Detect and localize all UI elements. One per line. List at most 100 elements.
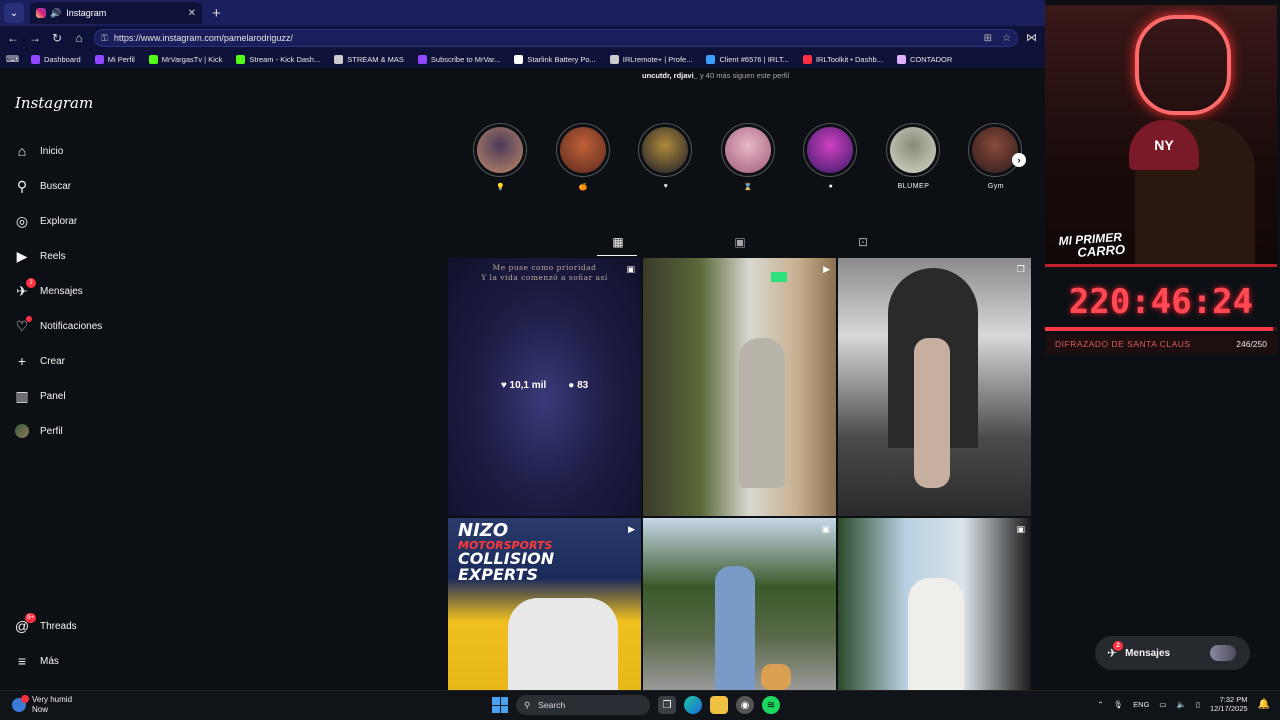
story-highlight[interactable]: ⌛ <box>720 123 777 191</box>
browser-tab-instagram[interactable]: 🔊 Instagram ✕ <box>30 2 202 24</box>
sidenav-item-buscar[interactable]: ⚲ Buscar <box>14 178 71 194</box>
reel-icon: ▣ <box>821 524 830 534</box>
bookmark-item[interactable]: STREAM & MAS <box>334 54 404 64</box>
bookmark-favicon-icon <box>148 54 158 64</box>
search-icon: ⚲ <box>16 177 28 194</box>
highlights-next-icon[interactable]: › <box>1012 153 1026 167</box>
highlight-label: ♥ <box>663 183 669 190</box>
highlight-cover <box>477 127 523 173</box>
tab-reels-icon[interactable]: ▣ <box>732 235 748 251</box>
post-2[interactable]: ▶ <box>643 258 836 516</box>
notification-dot <box>26 316 32 322</box>
bookmark-item[interactable]: Client #6576 | IRLT... <box>706 54 789 64</box>
sidenav-item-inicio[interactable]: ⌂ Inicio <box>14 143 64 159</box>
bookmark-item[interactable]: IRLremote+ | Profe... <box>609 54 692 64</box>
post-4[interactable]: NIZO MOTORSPORTS COLLISION EXPERTS ▶ <box>448 518 641 690</box>
followed-by-text[interactable]: uncutdr, rdjavi_ y 40 más siguen este pe… <box>642 71 789 80</box>
windows-taskbar: Very humid Now ⚲ Search ❐ ◉ ≋ ⌃ 🎙 ENG ▭ 🔈… <box>0 690 1280 720</box>
home-button-icon[interactable]: ⌂ <box>68 31 90 45</box>
browser-tab-bar: ⌄ 🔊 Instagram ✕ + <box>0 0 1045 26</box>
story-highlight[interactable]: BLUMEP <box>885 123 942 190</box>
sidenav-item-more[interactable]: ≡ Más <box>14 653 59 669</box>
messages-badge: 2 <box>1113 641 1124 651</box>
site-info-icon[interactable]: ⚿ <box>101 33 108 44</box>
video-play-icon: ▶ <box>628 524 635 534</box>
bookmarks-menu-icon[interactable]: ⌨ <box>6 54 19 65</box>
app-available-icon[interactable]: ⊞ <box>984 33 992 44</box>
refresh-icon[interactable]: ↻ <box>46 31 68 45</box>
bookmarks-bar: ⌨ Dashboard Mi Perfil MrVargasTv | Kick Str… <box>0 50 1045 68</box>
close-tab-icon[interactable]: ✕ <box>188 8 196 19</box>
network-icon[interactable]: ▭ <box>1159 700 1166 709</box>
extensions-icon[interactable]: ⋈ <box>1026 31 1037 44</box>
sidenav-label: Inicio <box>40 145 64 157</box>
bookmark-favicon-icon <box>94 54 104 64</box>
new-tab-button[interactable]: + <box>212 5 221 22</box>
bookmark-item[interactable]: IRLToolkit • Dashb... <box>802 54 883 64</box>
highlight-cover <box>972 127 1018 173</box>
highlight-cover <box>724 127 771 173</box>
bookmark-label: Subscribe to MrVar... <box>430 54 501 64</box>
menu-icon: ≡ <box>17 653 27 669</box>
edge-browser-icon[interactable] <box>684 696 702 714</box>
language-indicator[interactable]: ENG <box>1133 700 1149 709</box>
messages-pill[interactable]: ✈ 2 Mensajes <box>1095 636 1250 670</box>
bookmark-item[interactable]: MrVargasTv | Kick <box>148 54 222 64</box>
spotify-icon[interactable]: ≋ <box>762 696 780 714</box>
highlight-cover <box>807 127 853 173</box>
sidenav-item-reels[interactable]: ▶ Reels <box>14 248 66 264</box>
sidenav-item-mensajes[interactable]: ✈ 2 Mensajes <box>14 278 83 299</box>
clock[interactable]: 7:32 PM 12/17/2025 <box>1210 695 1248 714</box>
tab-list-button[interactable]: ⌄ <box>4 3 24 23</box>
microphone-icon[interactable]: 🎙 <box>1114 700 1124 709</box>
volume-icon[interactable]: 🔈 <box>1177 700 1186 709</box>
sidenav-item-notificaciones[interactable]: ♡ Notificaciones <box>14 316 102 334</box>
followed-by-users[interactable]: uncutdr, rdjavi_ <box>642 71 698 80</box>
story-highlight[interactable]: 🍊 <box>555 123 612 191</box>
story-highlight[interactable]: ● <box>803 123 859 190</box>
battery-icon[interactable]: ▯ <box>1196 700 1200 709</box>
bookmark-item[interactable]: Subscribe to MrVar... <box>417 54 501 64</box>
sidenav-item-crear[interactable]: + Crear <box>14 353 65 369</box>
favorite-star-icon[interactable]: ☆ <box>1002 33 1011 44</box>
back-icon[interactable]: ← <box>2 31 24 45</box>
forward-icon[interactable]: → <box>24 31 46 45</box>
bookmark-item[interactable]: Starlink Battery Po... <box>514 54 596 64</box>
weather-widget[interactable]: Very humid Now <box>12 694 72 714</box>
task-view-icon[interactable]: ❐ <box>658 696 676 714</box>
post-3[interactable]: ❐ <box>838 258 1031 516</box>
post-6[interactable]: ▣ <box>838 518 1031 690</box>
bookmark-item[interactable]: Stream - Kick Dash... <box>236 54 321 64</box>
sidenav-item-perfil[interactable]: Perfil <box>14 423 63 439</box>
bookmark-item[interactable]: Mi Perfil <box>94 54 135 64</box>
taskbar-search[interactable]: ⚲ Search <box>516 695 650 715</box>
show-hidden-icons[interactable]: ⌃ <box>1097 700 1103 709</box>
tab-tagged-icon[interactable]: ⊡ <box>855 235 871 251</box>
sidenav-label: Mensajes <box>40 285 83 297</box>
highlight-cover <box>642 127 688 173</box>
story-highlight[interactable]: 💡 <box>473 123 529 191</box>
post-5[interactable]: ▣ <box>643 518 836 690</box>
address-bar[interactable]: ⚿ https://www.instagram.com/pamelarodrig… <box>94 29 1018 47</box>
bookmark-label: Stream - Kick Dash... <box>249 54 321 64</box>
sidenav-item-panel[interactable]: ▥ Panel <box>14 387 65 404</box>
sidenav-item-threads[interactable]: @9+ Threads <box>14 613 77 634</box>
sidenav-item-explorar[interactable]: ◎ Explorar <box>14 213 77 229</box>
file-explorer-icon[interactable] <box>710 696 728 714</box>
bookmark-item[interactable]: Dashboard <box>31 54 81 64</box>
speaker-icon[interactable]: 🔊 <box>50 8 61 19</box>
story-highlight[interactable]: ♥ <box>638 123 694 190</box>
dashboard-icon: ▥ <box>15 387 29 404</box>
notification-bell-icon[interactable]: 🔔 <box>1258 699 1270 710</box>
instagram-logo[interactable]: Instagram <box>15 94 93 112</box>
post-1[interactable]: Me puse como prioridad Y la vida comenzó… <box>448 258 641 516</box>
tab-posts-grid-icon[interactable]: ▦ <box>610 235 626 251</box>
post-5-figure <box>715 566 755 690</box>
start-button-icon[interactable] <box>492 697 508 713</box>
video-play-icon: ▶ <box>823 264 830 274</box>
message-avatars <box>1210 645 1236 661</box>
bookmark-item[interactable]: CONTADOR <box>896 54 953 64</box>
bookmark-favicon-icon <box>417 54 427 64</box>
bookmark-label: CONTADOR <box>909 54 953 64</box>
obs-icon[interactable]: ◉ <box>736 696 754 714</box>
